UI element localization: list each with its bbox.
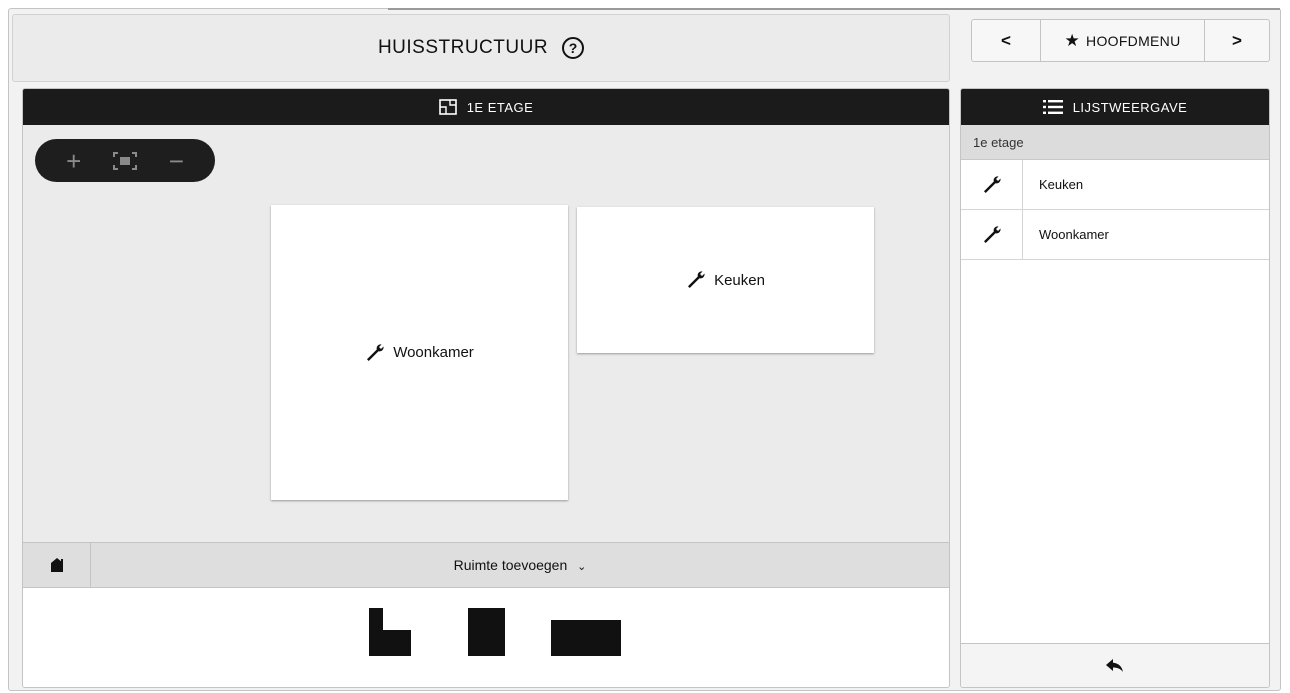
home-icon <box>50 558 63 572</box>
back-arrow-icon <box>1106 658 1123 672</box>
list-item[interactable]: Woonkamer <box>961 210 1269 260</box>
wrench-icon <box>983 225 1001 243</box>
list-item-label: Woonkamer <box>1039 227 1109 242</box>
list-item-label: Keuken <box>1039 177 1084 192</box>
fit-to-screen-icon[interactable] <box>112 151 138 171</box>
add-room-dropdown[interactable]: Ruimte toevoegen ⌄ <box>91 557 949 573</box>
list-icon <box>1042 100 1063 114</box>
rectangle-room-icon[interactable] <box>551 620 621 656</box>
list-header: LIJSTWEERGAVE <box>961 89 1269 125</box>
chevron-down-icon: ⌄ <box>577 561 587 573</box>
zoom-controls: + − <box>35 139 215 182</box>
room-label: Keuken <box>714 271 765 289</box>
add-room-bar: Ruimte toevoegen ⌄ <box>23 542 949 588</box>
back-button[interactable] <box>961 643 1269 687</box>
room-shapes-palette <box>23 588 949 687</box>
zoom-out-button[interactable]: − <box>161 148 191 174</box>
page-title: HUISSTRUCTUUR <box>377 37 549 58</box>
list-item[interactable]: Keuken <box>961 160 1269 210</box>
list-title: LIJSTWEERGAVE <box>1072 99 1188 115</box>
wrench-icon <box>688 271 705 288</box>
l-shape-room-icon[interactable] <box>369 608 411 656</box>
floor-plan-panel: 1E ETAGE + − Woonkamer Keuken Ruimte toe… <box>22 88 950 688</box>
row-icon-cell <box>961 210 1023 259</box>
star-icon: ★ <box>1064 30 1081 50</box>
nav-group: < ★ HOOFDMENU > <box>971 19 1270 62</box>
wrench-icon <box>983 175 1001 193</box>
prev-button[interactable]: < <box>972 20 1041 61</box>
row-icon-cell <box>961 160 1023 209</box>
room-keuken[interactable]: Keuken <box>577 207 874 353</box>
help-icon[interactable]: ? <box>562 37 585 59</box>
main-menu-button[interactable]: ★ HOOFDMENU <box>1041 20 1205 61</box>
zoom-in-button[interactable]: + <box>59 148 89 174</box>
add-room-label: Ruimte toevoegen <box>453 557 568 573</box>
list-group-header: 1e etage <box>961 125 1269 160</box>
top-divider <box>388 8 1280 10</box>
floor-header: 1E ETAGE <box>23 89 949 125</box>
main-menu-label: HOOFDMENU <box>1086 32 1181 49</box>
next-button[interactable]: > <box>1205 20 1269 61</box>
list-view-panel: LIJSTWEERGAVE 1e etage Keuken Woonkamer <box>960 88 1270 688</box>
room-woonkamer[interactable]: Woonkamer <box>271 205 568 500</box>
home-button[interactable] <box>23 543 91 587</box>
title-bar: HUISSTRUCTUUR ? <box>12 14 950 82</box>
wrench-icon <box>367 343 384 361</box>
square-room-icon[interactable] <box>468 608 505 656</box>
room-label: Woonkamer <box>393 344 474 361</box>
floor-title: 1E ETAGE <box>466 99 534 115</box>
floor-plan-icon <box>438 99 457 115</box>
